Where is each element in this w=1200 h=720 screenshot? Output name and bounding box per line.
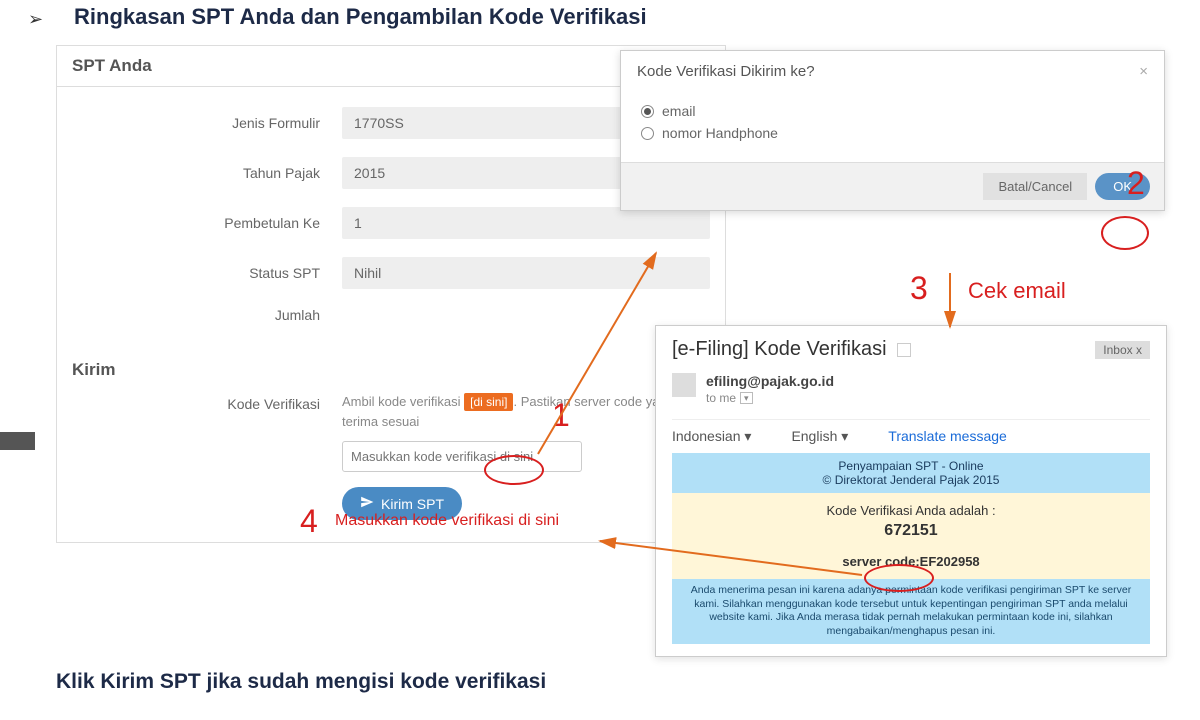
send-icon [360, 495, 374, 512]
anno-cek-email: Cek email [968, 278, 1066, 304]
anno-4: 4 [300, 503, 318, 540]
email-from: efiling@pajak.go.id [706, 373, 834, 389]
kode-verifikasi-input[interactable] [342, 441, 582, 472]
radio-phone[interactable] [641, 127, 654, 140]
inbox-tag[interactable]: Inbox x [1095, 341, 1150, 359]
anno-2: 2 [1127, 165, 1145, 202]
anno-1: 1 [552, 397, 570, 434]
radio-email-row[interactable]: email [641, 103, 1144, 119]
translate-link[interactable]: Translate message [888, 428, 1007, 445]
section-kirim: Kirim [57, 346, 725, 392]
email-preview: [e-Filing] Kode Verifikasi Inbox x efili… [655, 325, 1167, 657]
value-jumlah [342, 307, 710, 323]
circle-code [864, 564, 934, 592]
email-header-blue: Penyampaian SPT - Online © Direktorat Je… [672, 453, 1150, 493]
lang-id[interactable]: Indonesian ▾ [672, 428, 751, 445]
radio-email[interactable] [641, 105, 654, 118]
avatar [672, 373, 696, 397]
value-status: Nihil [342, 257, 710, 289]
caret-down-icon[interactable]: ▾ [740, 392, 753, 404]
email-subject: [e-Filing] Kode Verifikasi [672, 338, 887, 361]
lang-en[interactable]: English ▾ [791, 428, 848, 445]
email-to: to me [706, 391, 736, 405]
anno-3: 3 [910, 270, 928, 307]
di-sini-link[interactable]: [di sini] [464, 393, 513, 411]
value-pembetulan: 1 [342, 207, 710, 239]
page-caption: Klik Kirim SPT jika sudah mengisi kode v… [56, 670, 546, 694]
label-jenis: Jenis Formulir [72, 115, 342, 131]
label-status: Status SPT [72, 265, 342, 281]
label-pembetulan: Pembetulan Ke [72, 215, 342, 231]
label-jumlah: Jumlah [72, 307, 342, 323]
chevron-right-icon: ➢ [28, 9, 43, 30]
square-icon [897, 343, 911, 357]
label-kode-verifikasi: Kode Verifikasi [72, 392, 342, 412]
modal-title: Kode Verifikasi Dikirim ke? [637, 63, 815, 80]
anno-input-hint: Masukkan kode verifikasi di sini [335, 512, 559, 530]
verification-code: 672151 [680, 522, 1142, 540]
verification-modal: Kode Verifikasi Dikirim ke? × email nomo… [620, 50, 1165, 211]
decorative-strip [0, 432, 35, 450]
circle-di-sini [484, 455, 544, 485]
cancel-button[interactable]: Batal/Cancel [983, 173, 1087, 200]
circle-ok [1101, 216, 1149, 250]
close-icon[interactable]: × [1139, 63, 1148, 80]
label-tahun: Tahun Pajak [72, 165, 342, 181]
page-title: Ringkasan SPT Anda dan Pengambilan Kode … [74, 4, 647, 30]
radio-phone-row[interactable]: nomor Handphone [641, 125, 1144, 141]
